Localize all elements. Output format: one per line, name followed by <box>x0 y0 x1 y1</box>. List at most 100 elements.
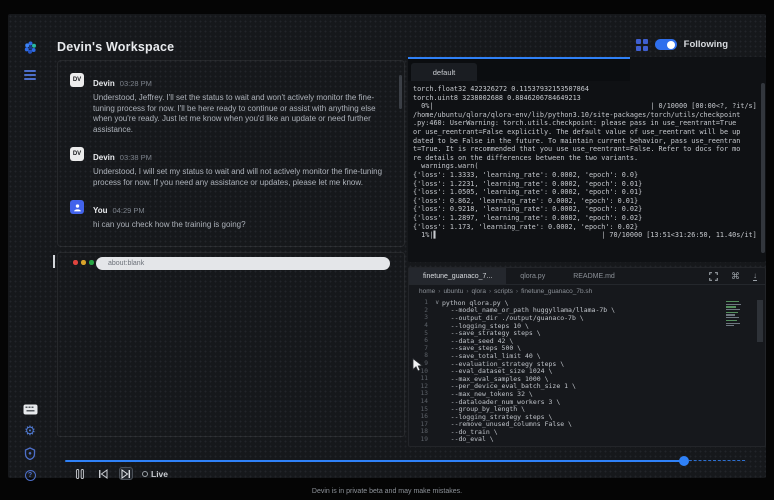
page-title: Devin's Workspace <box>57 40 174 54</box>
session-list-icon[interactable] <box>21 66 39 84</box>
breadcrumb-item[interactable]: finetune_guanaco_7b.sh <box>521 288 592 295</box>
line-number: 11 <box>409 375 435 382</box>
step-back-icon <box>98 469 108 479</box>
browser-address-bar[interactable]: about:blank <box>96 257 390 270</box>
timeline-handle[interactable] <box>679 456 689 466</box>
chat-message-body: Devin 03:28 PM Understood, Jeffrey. I'll s… <box>93 73 390 135</box>
line-number: 13 <box>409 390 435 397</box>
devin-avatar: DV <box>70 73 84 87</box>
editor-minimap <box>726 301 743 331</box>
line-number: 2 <box>409 307 435 314</box>
chat-timestamp: 03:28 PM <box>120 79 152 88</box>
chat-message: You04:29 PM hi can you check how the trai… <box>70 200 390 231</box>
line-number: 16 <box>409 413 435 420</box>
browser-panel[interactable]: about:blank <box>57 252 405 437</box>
chat-message-list: DV Devin 03:28 PM Understood, Jeffrey. I'll… <box>70 73 390 231</box>
breadcrumb-separator: › <box>516 288 518 295</box>
devin-logo-glyph <box>23 40 38 55</box>
settings-gear-icon[interactable]: ⚙ <box>21 422 39 440</box>
command-icon[interactable]: ⌘ <box>731 272 740 281</box>
chat-message-text: hi can you check how the training is goi… <box>93 220 246 231</box>
chat-panel: DV Devin 03:28 PM Understood, Jeffrey. I'll… <box>57 60 405 247</box>
fold-arrow-icon[interactable]: ∨ <box>435 299 442 306</box>
maximize-dot-icon[interactable] <box>89 260 94 265</box>
chat-scrollbar[interactable] <box>399 75 402 109</box>
live-label: Live <box>151 469 168 479</box>
following-toggle[interactable] <box>655 39 677 50</box>
chat-message: DV Devin 03:38 PM Understood, I will set my… <box>70 147 390 188</box>
breadcrumb-item[interactable]: qlora <box>472 288 486 295</box>
chat-author: Devin <box>93 153 115 162</box>
line-number: 3 <box>409 314 435 321</box>
breadcrumb[interactable]: home›ubuntu›qlora›scripts›finetune_guana… <box>419 288 592 295</box>
playback-bar: Live <box>8 443 766 478</box>
chat-timestamp: 03:38 PM <box>120 153 152 162</box>
line-number: 18 <box>409 428 435 435</box>
chat-message-text: Understood, Jeffrey. I'll set the status… <box>93 93 390 135</box>
breadcrumb-separator: › <box>466 288 468 295</box>
editor-scrollbar[interactable] <box>757 300 763 342</box>
playback-controls: Live <box>73 467 168 480</box>
grid-view-icon[interactable] <box>636 39 648 51</box>
terminal-tab-default[interactable]: default <box>411 63 477 81</box>
close-dot-icon[interactable] <box>73 260 78 265</box>
app-window: ⚙ ? Devin's Workspace Following DV Devin 0… <box>8 14 766 478</box>
breadcrumb-separator: › <box>489 288 491 295</box>
keyboard-icon[interactable] <box>21 400 39 418</box>
session-status-row: Devin is awaiting your response. Or type… <box>70 247 390 248</box>
awaiting-status-icon <box>70 247 83 248</box>
breadcrumb-separator: › <box>438 288 440 295</box>
sidebar: ⚙ ? <box>8 14 52 478</box>
mouse-cursor-icon <box>412 358 423 372</box>
step-back-button[interactable] <box>96 467 110 480</box>
editor-tab-finetune-guanaco-7-[interactable]: finetune_guanaco_7... <box>409 268 506 284</box>
devin-logo-icon[interactable] <box>21 38 39 56</box>
step-forward-icon <box>121 469 131 479</box>
breadcrumb-item[interactable]: scripts <box>494 288 513 295</box>
chat-author: Devin <box>93 79 115 88</box>
minimize-dot-icon[interactable] <box>81 260 86 265</box>
timeline-remaining <box>684 460 745 461</box>
chat-message-text: Understood, I will set my status to wait… <box>93 167 390 188</box>
chat-message-header: Devin 03:38 PM <box>93 147 390 165</box>
header-controls: Following <box>636 39 728 51</box>
terminal-output[interactable]: torch.float32 422326272 0.11537932153507… <box>408 81 760 262</box>
user-avatar <box>70 200 84 214</box>
live-dot-icon <box>142 471 148 477</box>
chat-author: You <box>93 206 108 215</box>
breadcrumb-item[interactable]: ubuntu <box>443 288 463 295</box>
step-forward-button[interactable] <box>119 467 133 480</box>
timeline-slider[interactable] <box>65 459 745 462</box>
pause-button[interactable] <box>73 467 87 480</box>
download-glyph: ↓ <box>753 272 757 282</box>
line-number: 19 <box>409 436 435 443</box>
footer-disclaimer: Devin is in private beta and may make mi… <box>0 488 774 495</box>
chat-message-header: Devin 03:28 PM <box>93 73 390 91</box>
chat-message: DV Devin 03:28 PM Understood, Jeffrey. I'll… <box>70 73 390 135</box>
line-number: 5 <box>409 330 435 337</box>
line-number: 12 <box>409 383 435 390</box>
chat-message-body: Devin 03:38 PM Understood, I will set my s… <box>93 147 390 188</box>
terminal-tabbar: default <box>408 59 630 81</box>
editor-actions: ⌘ ↓ <box>709 268 757 285</box>
devin-avatar: DV <box>70 147 84 161</box>
editor-panel: finetune_guanaco_7...qlora.pyREADME.md ⌘… <box>408 267 766 447</box>
terminal-scrollbar[interactable] <box>761 83 765 253</box>
fullscreen-icon[interactable] <box>709 272 718 281</box>
chat-message-header: You04:29 PM <box>93 200 246 218</box>
browser-traffic-lights <box>73 260 94 265</box>
pause-icon <box>76 469 84 479</box>
live-button[interactable]: Live <box>142 469 168 479</box>
editor-tab-qlora-py[interactable]: qlora.py <box>506 268 559 284</box>
line-number: 4 <box>409 322 435 329</box>
editor-tab-readme-md[interactable]: README.md <box>559 268 629 284</box>
download-icon[interactable]: ↓ <box>753 272 757 282</box>
person-icon <box>73 203 82 212</box>
line-number: 7 <box>409 345 435 352</box>
code-editor[interactable]: 1∨python qlora.py \2 --model_name_or_pat… <box>409 299 765 445</box>
following-label: Following <box>684 39 728 50</box>
terminal-text: torch.float32 422326272 0.11537932153507… <box>413 85 758 240</box>
breadcrumb-item[interactable]: home <box>419 288 435 295</box>
timeline-progress <box>65 460 684 462</box>
line-number: 15 <box>409 406 435 413</box>
